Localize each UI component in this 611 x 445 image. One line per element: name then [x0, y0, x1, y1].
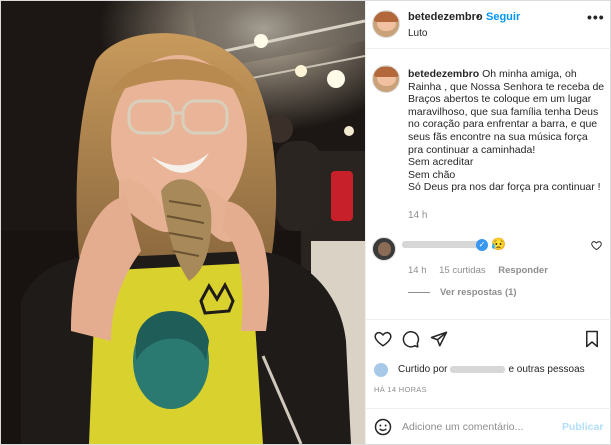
- liked-by-suffix: e outras pessoas: [508, 364, 585, 375]
- comment-timestamp[interactable]: 14 h: [408, 265, 427, 276]
- liked-by-text[interactable]: Curtido por e outras pessoas: [398, 364, 585, 375]
- post-caption: betedezembro Oh minha amiga, oh Rainha ,…: [408, 68, 605, 194]
- comment-like-heart-icon[interactable]: [591, 240, 602, 254]
- separator-dot: •: [476, 11, 480, 23]
- caption-text-line: Só Deus pra nos dar força pra continuar …: [408, 181, 601, 194]
- caption-text-line: Oh minha amiga, oh Rainha , que Nossa Se…: [408, 68, 605, 156]
- caption-text-line: Sem chão: [408, 168, 456, 181]
- bookmark-icon[interactable]: [584, 330, 600, 351]
- view-replies-label: Ver respostas (1): [440, 287, 517, 298]
- liked-by-prefix: Curtido por: [398, 364, 448, 375]
- post-location[interactable]: Luto: [408, 28, 427, 39]
- caption-author-avatar[interactable]: [372, 65, 400, 93]
- post-actions: [366, 319, 611, 363]
- post-header: betedezembro • Seguir Luto •••: [366, 1, 611, 49]
- author-username[interactable]: betedezembro: [408, 11, 483, 23]
- verified-badge-icon: ✓: [476, 239, 488, 251]
- publish-button[interactable]: Publicar: [562, 421, 603, 433]
- post-sidebar: betedezembro • Seguir Luto ••• betedezem…: [365, 1, 611, 444]
- author-avatar[interactable]: [372, 10, 400, 38]
- paper-plane-icon[interactable]: [430, 330, 448, 351]
- comment-likes-count[interactable]: 15 curtidas: [439, 265, 485, 276]
- smiley-icon[interactable]: [374, 418, 392, 439]
- more-options-icon[interactable]: •••: [587, 9, 605, 25]
- add-comment-bar: Publicar: [366, 408, 611, 444]
- liker-username-redacted[interactable]: [450, 365, 506, 373]
- comment-input[interactable]: [402, 418, 552, 436]
- follow-button[interactable]: Seguir: [486, 11, 520, 23]
- post-timestamp[interactable]: HÁ 14 HORAS: [374, 385, 427, 394]
- view-replies-button[interactable]: Ver respostas (1): [408, 287, 517, 298]
- reply-button[interactable]: Responder: [498, 265, 548, 276]
- caption-timestamp[interactable]: 14 h: [408, 210, 427, 221]
- comment-meta: 14 h 15 curtidas Responder: [408, 265, 558, 276]
- post-image: [1, 1, 365, 444]
- comment-text: 😥: [491, 237, 506, 251]
- post-photo[interactable]: [1, 1, 365, 444]
- replies-line-divider: [408, 291, 430, 293]
- liked-by-row: Curtido por e outras pessoas: [366, 361, 611, 379]
- commenter-username-redacted[interactable]: [402, 241, 487, 248]
- commenter-avatar[interactable]: [372, 237, 396, 261]
- instagram-post: betedezembro • Seguir Luto ••• betedezem…: [0, 0, 611, 445]
- caption-text-line: Sem acreditar: [408, 156, 474, 169]
- comment-icon[interactable]: [402, 330, 420, 351]
- caption-username[interactable]: betedezembro: [408, 68, 479, 80]
- heart-icon[interactable]: [374, 330, 392, 351]
- liker-avatar[interactable]: [374, 363, 388, 377]
